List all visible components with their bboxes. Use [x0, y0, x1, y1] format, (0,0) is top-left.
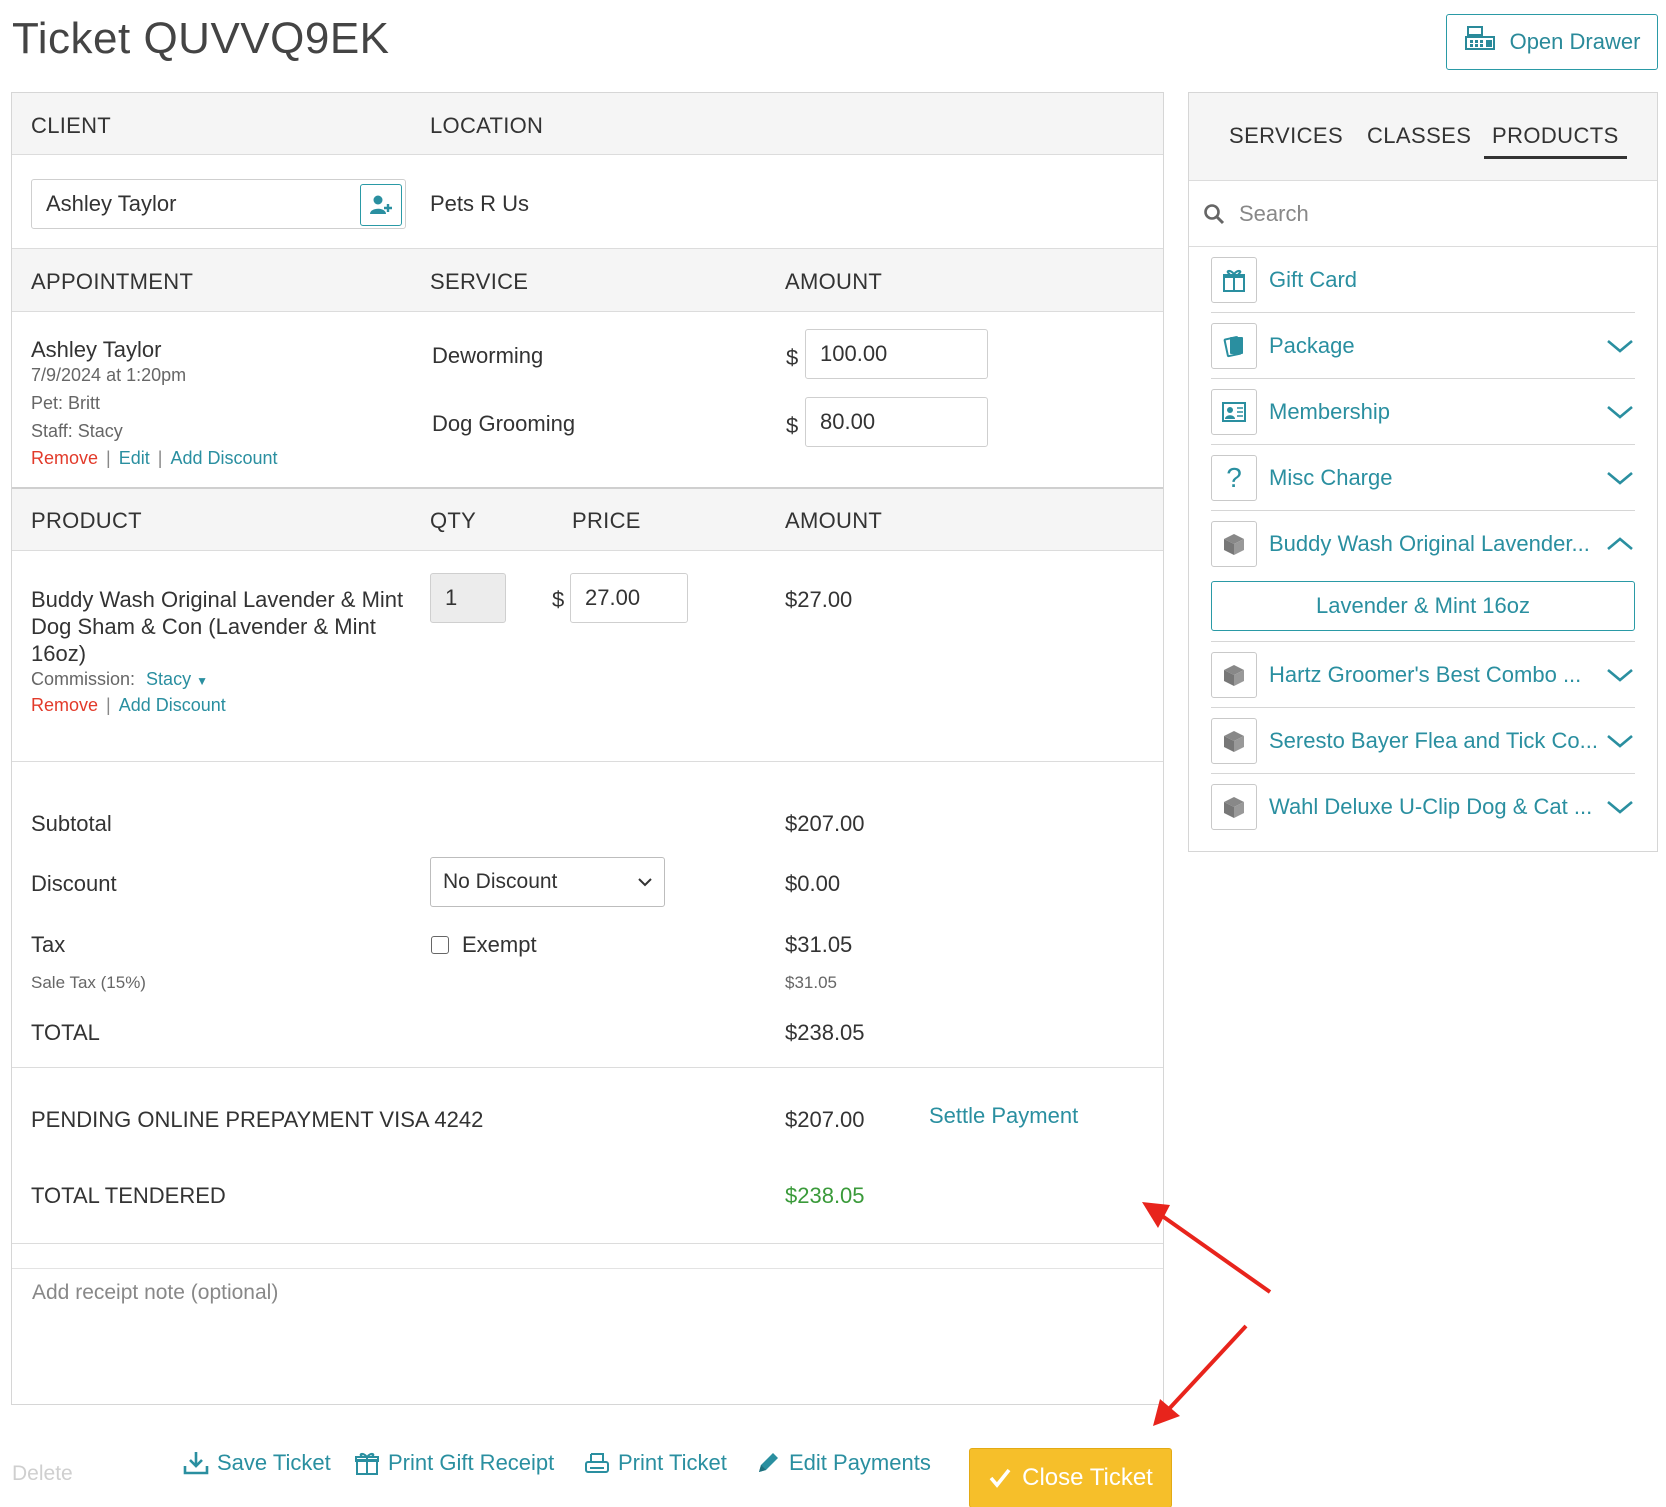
annotation-arrows [1142, 1202, 1272, 1426]
annotation-arrow [1142, 1202, 1272, 1294]
annotation-arrow [1153, 1324, 1248, 1426]
